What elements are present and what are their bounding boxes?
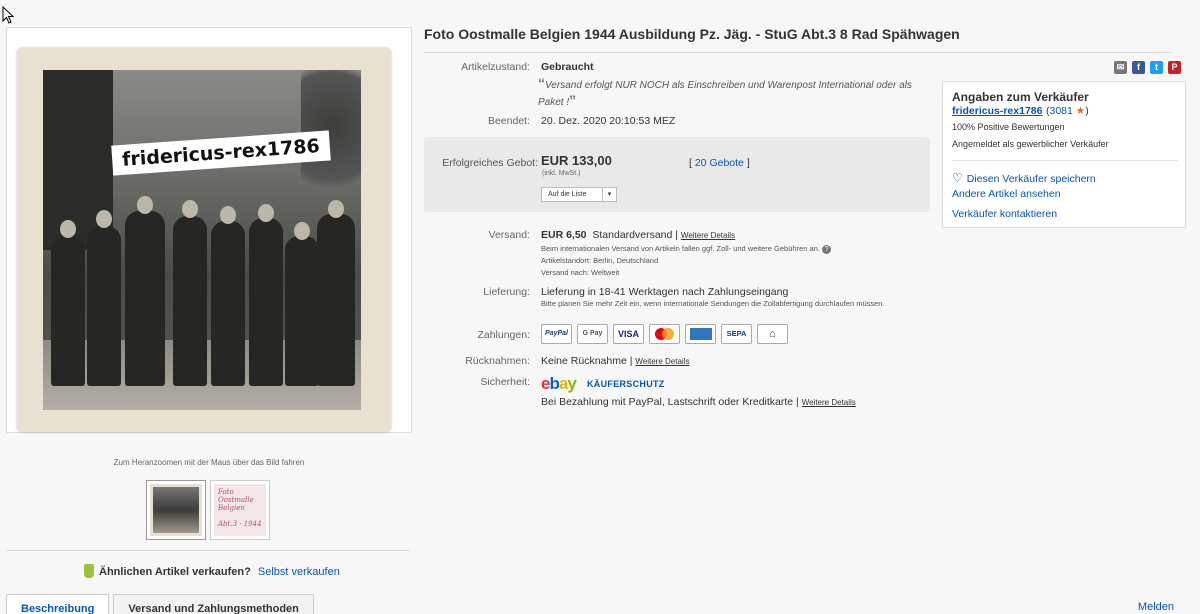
security-label: Sicherheit: [480,376,530,388]
bid-count-link[interactable]: 20 Gebote [695,157,744,169]
bid-count: [ 20 Gebote ] [689,157,750,169]
contact-seller-link[interactable]: Verkäufer kontaktieren [952,208,1057,220]
bid-count-close: ] [746,157,750,169]
seller-info-box: Angaben zum Verkäufer fridericus-rex1786… [942,81,1186,228]
bid-box: Erfolgreiches Gebot: EUR 133,00 (inkl. M… [424,137,930,212]
security-value: Bei Bezahlung mit PayPal, Lastschrift od… [541,396,856,408]
save-seller-button[interactable]: ♡ Diesen Verkäufer speichern [952,171,1096,185]
seller-name-link[interactable]: fridericus-rex1786 [952,105,1042,117]
shipping-method: Standardversand | [592,229,678,241]
price-tag-icon [84,564,94,578]
amex-icon [685,324,716,344]
report-link[interactable]: Melden [1138,601,1174,613]
ended-label: Beendet: [487,115,530,127]
paypal-icon: PayPal [541,324,572,344]
sell-similar-question: Ähnlichen Artikel verkaufen? [99,566,251,578]
sepa-icon: SEPA [721,324,752,344]
payment-label: Zahlungen: [477,329,530,341]
shipping-details-link[interactable]: Weitere Details [681,231,735,240]
seller-note: “Versand erfolgt NUR NOCH als Einschreib… [538,76,938,110]
item-photo[interactable]: fridericus-rex1786 [17,48,391,432]
returns-details-link[interactable]: Weitere Details [635,357,689,366]
delivery-value: Lieferung in 18-41 Werktagen nach Zahlun… [541,286,789,298]
bid-count-open: [ [689,157,692,169]
heart-icon: ♡ [952,171,963,185]
shipping-note: Beim internationalen Versand von Artikel… [541,243,832,254]
mouse-cursor-icon [2,6,14,24]
thumbnail-1[interactable] [146,480,206,540]
seller-note-text: Versand erfolgt NUR NOCH als Einschreibe… [538,80,912,108]
sell-similar: Ähnlichen Artikel verkaufen? Selbst verk… [84,564,340,578]
google-pay-icon: G Pay [577,324,608,344]
delivery-note: Bitte planen Sie mehr Zeit ein, wenn int… [541,299,885,308]
seller-heading: Angaben zum Verkäufer [952,90,1089,104]
thumbnail-handwriting-2: Belgien [218,504,245,512]
photo-scene [43,70,361,410]
security-details-link[interactable]: Weitere Details [802,398,856,407]
returns-value: Keine Rücknahme | Weitere Details [541,355,690,367]
divider [6,550,410,551]
bank-transfer-icon: ⌂ [757,324,788,344]
shipping-label: Versand: [488,229,530,241]
help-icon[interactable]: ? [822,245,832,254]
twitter-icon[interactable]: t [1150,61,1163,74]
bid-tax: (inkl. MwSt.) [542,170,581,177]
thumbnail-handwriting-1: Foto Oostmalle [218,488,254,504]
ebay-logo: ebay [541,374,577,393]
pinterest-icon[interactable]: P [1168,61,1181,74]
payment-methods: PayPal G Pay VISA SEPA ⌂ [541,324,788,344]
facebook-icon[interactable]: f [1132,61,1145,74]
other-items-link[interactable]: Andere Artikel ansehen [952,188,1061,200]
seller-score: (3081 ★) [1046,105,1089,117]
seller-divider [952,160,1178,161]
tab-description[interactable]: Beschreibung [6,594,110,614]
chevron-down-icon[interactable]: ▾ [602,188,616,201]
item-location: Artikelstandort: Berlin, Deutschland [541,256,659,265]
mastercard-icon [649,324,680,344]
thumbnail-handwriting-3: Abt.3 · 1944 [218,520,262,528]
shipping-value: EUR 6,50 Standardversand | Weitere Detai… [541,229,735,241]
tab-bar: Beschreibung Versand und Zahlungsmethode… [6,594,318,614]
thumbnail-strip: Foto Oostmalle Belgien Abt.3 · 1944 [146,480,270,540]
bid-price: EUR 133,00 [541,153,612,168]
seller-score-link[interactable]: 3081 [1050,105,1073,117]
zoom-hint: Zum Heranzoomen mit der Maus über das Bi… [113,458,305,467]
mail-icon[interactable]: ✉ [1114,61,1127,74]
main-image-panel[interactable]: fridericus-rex1786 [6,27,412,433]
star-icon: ★ [1075,105,1086,117]
bid-label: Erfolgreiches Gebot: [442,157,538,169]
buyer-protection-label: KÄUFERSCHUTZ [587,379,665,389]
condition-value: Gebraucht [541,61,594,73]
add-to-list-label: Auf die Liste [548,191,587,198]
title-divider [424,52,1172,53]
sell-yourself-link[interactable]: Selbst verkaufen [258,566,340,578]
quote-close-icon: ” [569,92,577,108]
shipping-cost: EUR 6,50 [541,229,587,241]
ended-value: 20. Dez. 2020 20:10:53 MEZ [541,115,676,127]
returns-label: Rücknahmen: [465,355,530,367]
delivery-label: Lieferung: [483,286,530,298]
add-to-list-button[interactable]: Auf die Liste ▾ [541,187,617,202]
seller-business: Angemeldet als gewerblicher Verkäufer [952,139,1109,149]
seller-positive: 100% Positive Bewertungen [952,122,1065,132]
condition-label: Artikelzustand: [461,61,530,73]
item-title: Foto Oostmalle Belgien 1944 Ausbildung P… [424,26,960,42]
quote-open-icon: “ [538,75,545,91]
visa-icon: VISA [613,324,644,344]
ships-to: Versand nach: Weltweit [541,268,620,277]
tab-shipping-payment[interactable]: Versand und Zahlungsmethoden [113,594,314,614]
thumbnail-2[interactable]: Foto Oostmalle Belgien Abt.3 · 1944 [210,480,270,540]
